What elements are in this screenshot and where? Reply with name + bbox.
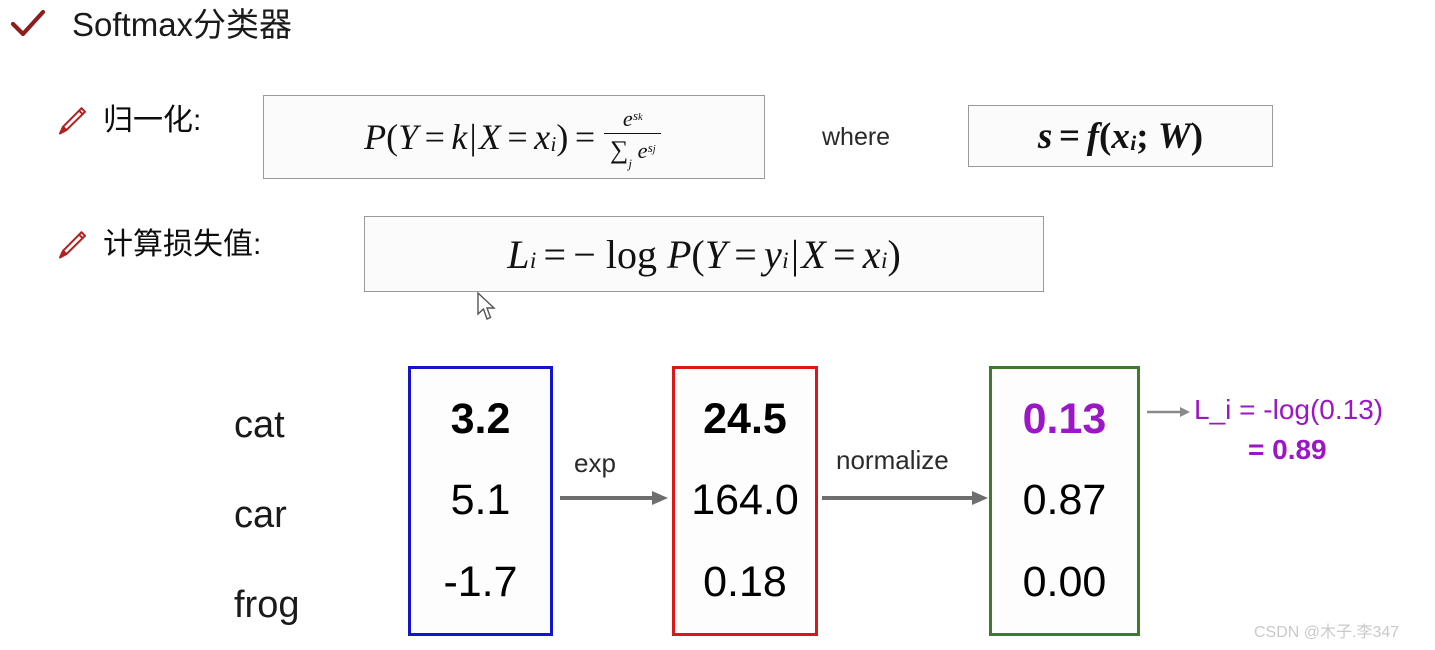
exp-arrow-label: exp bbox=[574, 448, 616, 478]
slide-title-row: Softmax分类器 bbox=[8, 0, 292, 48]
score-value-car: 5.1 bbox=[450, 476, 511, 525]
mouse-cursor bbox=[477, 292, 496, 320]
exp-value-frog: 0.18 bbox=[703, 557, 787, 606]
loss-line-1: L_i = -log(0.13) bbox=[1194, 394, 1384, 425]
bullet-label-loss: 计算损失值: bbox=[103, 228, 262, 261]
formula-normalization: P(Y = k | X = x i) = esk ∑j esj bbox=[263, 95, 765, 179]
result-arrow bbox=[1147, 407, 1190, 417]
loss-annotation: L_i = -log(0.13) = 0.89 bbox=[1194, 390, 1383, 470]
class-label: frog bbox=[234, 584, 300, 626]
class-label: cat bbox=[234, 404, 285, 446]
exp-value-cat: 24.5 bbox=[703, 395, 787, 444]
probability-value-car: 0.87 bbox=[1022, 476, 1107, 525]
score-value-cat: 3.2 bbox=[450, 395, 511, 444]
pencil-icon bbox=[59, 231, 86, 259]
probability-value-cat: 0.13 bbox=[1022, 395, 1107, 444]
formula-loss: Li = − log P(Y = y i | X = x i) bbox=[364, 216, 1044, 292]
exp-value-car: 164.0 bbox=[691, 476, 799, 525]
bullet-row-normalization: 归一化: bbox=[55, 104, 201, 138]
arrow-glyph bbox=[560, 491, 668, 505]
where-label: where bbox=[822, 123, 891, 151]
bullet-row-loss: 计算损失值: bbox=[55, 228, 261, 262]
loss-line-2: = 0.89 bbox=[1248, 433, 1327, 465]
pencil-icon bbox=[59, 107, 86, 135]
class-label-column: cat car frog bbox=[234, 380, 384, 650]
class-label: car bbox=[234, 494, 287, 536]
watermark: CSDN @木子.李347 bbox=[1254, 624, 1400, 641]
arrow-glyph bbox=[822, 491, 988, 505]
probability-value-frog: 0.00 bbox=[1022, 557, 1107, 606]
bullet-label-normalization: 归一化: bbox=[103, 104, 202, 137]
score-value-frog: -1.7 bbox=[443, 557, 518, 606]
scores-box: 3.2 5.1 -1.7 bbox=[408, 366, 553, 636]
check-icon bbox=[10, 9, 46, 37]
formula-scores: s = f(x i; W) bbox=[968, 105, 1273, 167]
normalize-arrow-label: normalize bbox=[836, 445, 949, 475]
page-title: Softmax分类器 bbox=[72, 5, 293, 43]
unnormalized-probabilities-box: 24.5 164.0 0.18 bbox=[672, 366, 818, 636]
probabilities-box: 0.13 0.87 0.00 bbox=[989, 366, 1140, 636]
